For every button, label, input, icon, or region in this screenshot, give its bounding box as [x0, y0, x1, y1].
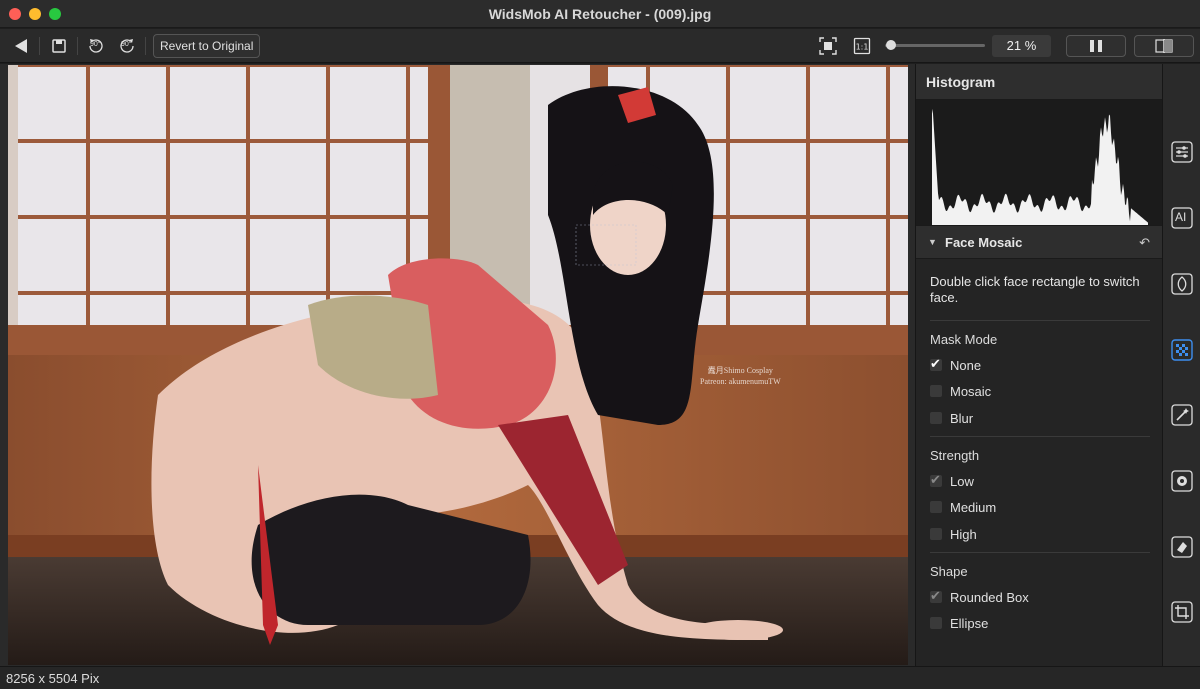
histogram-graph [932, 108, 1148, 225]
pause-compare-button[interactable] [1066, 35, 1126, 57]
fit-to-screen-button[interactable] [817, 34, 839, 58]
option-label: Rounded Box [950, 589, 1029, 605]
ai-icon[interactable]: AI [1171, 207, 1193, 229]
save-button[interactable] [48, 34, 70, 58]
tool-rail: AI [1162, 64, 1200, 666]
zoom-slider-track[interactable] [885, 44, 985, 47]
toolbar: 90° 90° Revert to Original 1:1 21 % [0, 29, 1200, 63]
reset-icon[interactable]: ↶ [1139, 235, 1150, 251]
pause-icon [1090, 40, 1102, 52]
image-dimensions: 8256 x 5504 Pix [6, 671, 100, 686]
mask-mode-mosaic-option[interactable]: Mosaic [930, 383, 991, 399]
actual-size-button[interactable]: 1:1 [851, 34, 873, 58]
option-label: High [950, 526, 977, 542]
mask-mode-none-option[interactable]: None [930, 356, 982, 373]
toolbar-separator [145, 37, 146, 55]
skin-icon[interactable] [1171, 273, 1193, 295]
option-label: Ellipse [950, 615, 989, 631]
rotate-right-button[interactable]: 90° [116, 34, 138, 58]
histogram-header: Histogram [916, 64, 1193, 100]
checkbox[interactable] [930, 412, 942, 424]
ai-icon-label: AI [1175, 210, 1187, 224]
checkbox[interactable] [930, 356, 942, 372]
strength-high-option[interactable]: High [930, 526, 977, 542]
adjustments-icon[interactable] [1171, 141, 1193, 163]
checkbox[interactable] [930, 617, 942, 629]
option-label: Low [950, 473, 974, 489]
histogram-chart [916, 100, 1162, 225]
zoom-level-field[interactable]: 21 % [992, 35, 1051, 57]
mask-mode-blur-option[interactable]: Blur [930, 410, 973, 426]
watermark-line-1: 蠹月Shimo Cosplay [707, 366, 773, 375]
strength-medium-option[interactable]: Medium [930, 499, 996, 515]
image-canvas[interactable]: 蠹月Shimo Cosplay Patreon: akumenumuTW [0, 64, 915, 666]
watermark-line-2: Patreon: akumenumuTW [700, 377, 781, 386]
actual-size-icon: 1:1 [853, 37, 871, 55]
save-icon [52, 39, 66, 53]
back-triangle-icon [15, 39, 27, 53]
checkbox[interactable] [930, 528, 942, 540]
eraser-icon[interactable] [1171, 536, 1193, 558]
option-label: Medium [950, 499, 997, 515]
checkbox[interactable] [930, 472, 942, 488]
toolbar-separator [39, 37, 40, 55]
checkbox[interactable] [930, 588, 942, 604]
mask-mode-label: Mask Mode [930, 332, 998, 347]
split-view-icon [1155, 39, 1173, 53]
zoom-slider-handle[interactable] [886, 40, 896, 50]
collapse-triangle-icon[interactable]: ▼ [928, 237, 937, 247]
strength-low-option[interactable]: Low [930, 472, 974, 489]
section-divider [930, 320, 1150, 321]
option-label: None [950, 357, 982, 373]
fit-screen-icon [819, 37, 837, 55]
section-divider [930, 436, 1150, 437]
photo-preview[interactable]: 蠹月Shimo Cosplay Patreon: akumenumuTW [8, 65, 908, 665]
rotate-left-label: 90° [90, 41, 101, 48]
shape-ellipse-option[interactable]: Ellipse [930, 615, 988, 631]
toolbar-separator [77, 37, 78, 55]
settings-icon[interactable] [1171, 470, 1193, 492]
rotate-right-label: 90° [121, 41, 132, 48]
section-divider [930, 552, 1150, 553]
face-mosaic-title: Face Mosaic [945, 235, 1023, 250]
adjustment-panel: Histogram ▼ Face Mosaic ↶ Double click f… [915, 64, 1193, 666]
checkbox[interactable] [930, 501, 942, 513]
svg-text:1:1: 1:1 [856, 43, 869, 52]
option-label: Blur [950, 410, 974, 426]
rotate-left-button[interactable]: 90° [85, 34, 107, 58]
split-view-button[interactable] [1134, 35, 1194, 57]
status-bar: 8256 x 5504 Pix [0, 666, 1200, 689]
magic-wand-icon[interactable] [1171, 404, 1193, 426]
crop-icon[interactable] [1171, 601, 1193, 623]
histogram-title: Histogram [926, 74, 996, 90]
back-button[interactable] [10, 34, 32, 58]
face-mosaic-icon[interactable] [1171, 339, 1193, 361]
checkbox[interactable] [930, 385, 942, 397]
face-mosaic-description: Double click face rectangle to switch fa… [930, 274, 1140, 305]
window-title: WidsMob AI Retoucher - (009).jpg [488, 6, 712, 22]
revert-to-original-button[interactable]: Revert to Original [153, 34, 261, 58]
shape-rounded-box-option[interactable]: Rounded Box [930, 588, 1029, 605]
photo-watermark: 蠹月Shimo Cosplay Patreon: akumenumuTW [700, 365, 781, 387]
shape-label: Shape [930, 564, 968, 579]
option-label: Mosaic [950, 383, 992, 399]
strength-label: Strength [930, 448, 980, 463]
face-mosaic-header[interactable]: ▼ Face Mosaic ↶ [916, 225, 1162, 259]
title-bar: WidsMob AI Retoucher - (009).jpg [0, 0, 1200, 28]
